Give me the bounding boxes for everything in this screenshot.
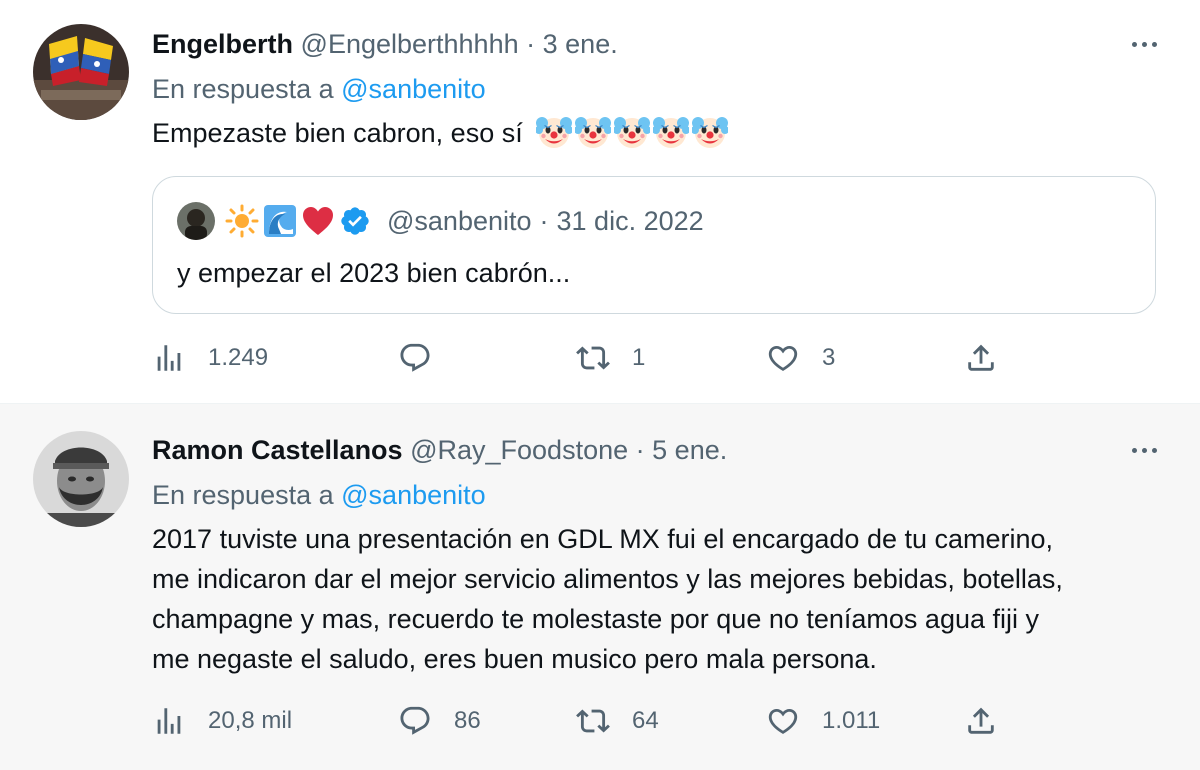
reply-to-line: En respuesta a @sanbenito	[152, 71, 1160, 107]
reply-button[interactable]: 86	[398, 701, 481, 741]
sun-emoji	[225, 204, 259, 238]
like-icon	[766, 704, 800, 738]
tweet-text: 2017 tuviste una presentación en GDL MX …	[152, 519, 1160, 679]
tweet[interactable]: Ramon Castellanos @Ray_Foodstone · 5 ene…	[0, 403, 1200, 770]
like-icon	[766, 341, 800, 375]
retweet-icon	[576, 341, 610, 375]
author-handle[interactable]: @Engelberthhhhh	[301, 29, 519, 59]
tweet-date[interactable]: 3 ene.	[543, 29, 618, 59]
quoted-handle[interactable]: @sanbenito	[387, 206, 532, 237]
clown-emoji	[614, 114, 650, 150]
more-horizontal-icon[interactable]	[1124, 30, 1164, 58]
views-count: 20,8 mil	[208, 707, 293, 734]
quoted-tweet-text: y empezar el 2023 bien cabrón...	[177, 258, 571, 288]
reply-to-mention[interactable]: @sanbenito	[341, 74, 486, 104]
like-button[interactable]: 1.011	[766, 701, 880, 741]
retweet-button[interactable]: 64	[576, 701, 659, 741]
analytics-icon	[152, 704, 186, 738]
tweet-text-line: 2017 tuviste una presentación en GDL MX …	[152, 524, 1054, 554]
avatar[interactable]	[33, 24, 129, 120]
share-icon	[964, 341, 998, 375]
tweet[interactable]: Engelberth @Engelberthhhhh · 3 ene. En r…	[0, 0, 1200, 403]
tweet-text: Empezaste bien cabron, eso sí	[152, 113, 1160, 153]
quoted-tweet[interactable]: @sanbenito · 31 dic. 2022 y empezar el 2…	[152, 176, 1156, 314]
reply-icon	[398, 341, 432, 375]
retweet-count: 1	[632, 344, 646, 371]
quoted-tweet-header: @sanbenito · 31 dic. 2022	[177, 201, 704, 241]
analytics-icon	[152, 341, 186, 375]
author-display-name[interactable]: Ramon Castellanos	[152, 435, 403, 465]
reply-button[interactable]	[398, 338, 454, 378]
reply-to-label: En respuesta a	[152, 74, 334, 104]
separator-dot: ·	[539, 205, 549, 236]
avatar-venezuela-flag	[33, 24, 129, 120]
quoted-avatar[interactable]	[177, 202, 215, 240]
tweet-feed: Engelberth @Engelberthhhhh · 3 ene. En r…	[0, 0, 1200, 770]
tweet-text-line: me negaste el saludo, eres buen musico p…	[152, 644, 877, 674]
verified-badge-icon	[339, 205, 371, 237]
separator-dot: ·	[635, 435, 645, 465]
tweet-actions: 20,8 mil 86 64 1.011	[152, 701, 1002, 741]
avatar[interactable]	[33, 431, 129, 527]
wave-emoji	[263, 204, 297, 238]
tweet-header: Ramon Castellanos @Ray_Foodstone · 5 ene…	[152, 432, 1160, 468]
like-button[interactable]: 3	[766, 338, 835, 378]
retweet-icon	[576, 704, 610, 738]
tweet-header: Engelberth @Engelberthhhhh · 3 ene.	[152, 26, 1160, 62]
tweet-text-line: champagne y mas, recuerdo te molestaste …	[152, 604, 1039, 634]
quoted-date[interactable]: 31 dic. 2022	[557, 206, 704, 237]
views-count: 1.249	[208, 344, 269, 371]
separator-dot: ·	[526, 29, 536, 59]
reply-to-mention[interactable]: @sanbenito	[341, 480, 486, 510]
retweet-count: 64	[632, 707, 659, 734]
more-horizontal-icon[interactable]	[1124, 436, 1164, 464]
author-display-name[interactable]: Engelberth	[152, 29, 293, 59]
clown-emoji	[653, 114, 689, 150]
retweet-button[interactable]: 1	[576, 338, 645, 378]
quoted-avatar-image	[177, 202, 215, 240]
clown-emoji	[536, 114, 572, 150]
like-count: 3	[822, 344, 836, 371]
reply-to-label: En respuesta a	[152, 480, 334, 510]
tweet-text-line: me indicaron dar el mejor servicio alime…	[152, 564, 1063, 594]
tweet-date[interactable]: 5 ene.	[652, 435, 727, 465]
reply-to-line: En respuesta a @sanbenito	[152, 477, 1160, 513]
share-button[interactable]	[964, 701, 998, 741]
author-handle[interactable]: @Ray_Foodstone	[410, 435, 628, 465]
reply-count: 86	[454, 707, 481, 734]
avatar-man-with-cap	[33, 431, 129, 527]
tweet-actions: 1.249 1 3	[152, 338, 1002, 378]
reply-icon	[398, 704, 432, 738]
emoji-row	[536, 114, 728, 150]
share-icon	[964, 704, 998, 738]
red-heart-emoji	[301, 204, 335, 238]
clown-emoji	[692, 114, 728, 150]
clown-emoji	[575, 114, 611, 150]
views-button[interactable]: 20,8 mil	[152, 701, 292, 741]
tweet-text-content: Empezaste bien cabron, eso sí	[152, 118, 523, 148]
like-count: 1.011	[822, 707, 881, 734]
views-button[interactable]: 1.249	[152, 338, 268, 378]
share-button[interactable]	[964, 338, 998, 378]
